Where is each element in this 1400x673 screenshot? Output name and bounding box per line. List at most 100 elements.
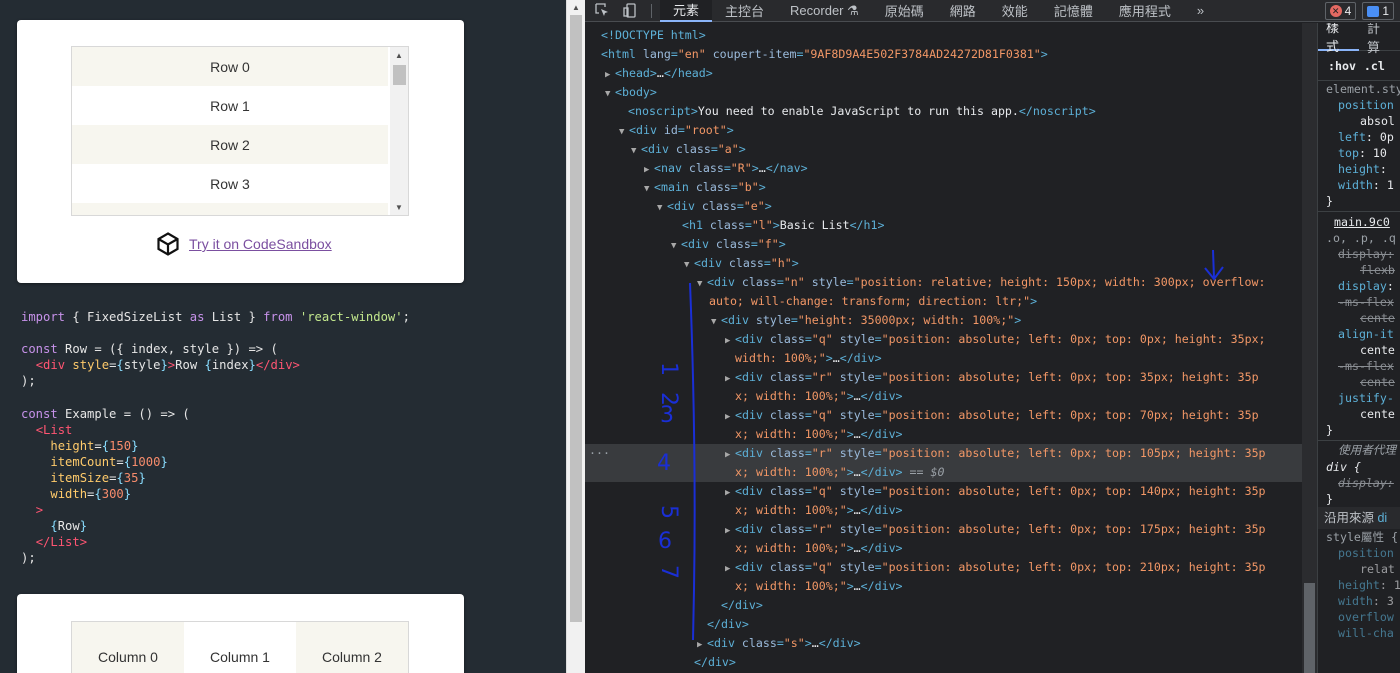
- dom-node[interactable]: ▶ <div class="r" style="position: absolut…: [585, 520, 1302, 539]
- list-item: Row 3: [210, 175, 250, 192]
- style-value[interactable]: absol: [1318, 113, 1400, 129]
- grid-list-card: Column 0 Column 1 Column 2: [17, 594, 464, 673]
- tab-recorder[interactable]: Recorder ⚗: [777, 0, 872, 22]
- dom-node[interactable]: ▶ <nav class="R">…</nav>: [585, 159, 1302, 178]
- style-declaration[interactable]: height:: [1318, 161, 1400, 177]
- style-declaration[interactable]: left: 0p: [1318, 129, 1400, 145]
- dom-node[interactable]: ▶ <head>…</head>: [585, 64, 1302, 83]
- style-declaration[interactable]: -ms-flex: [1318, 294, 1400, 310]
- style-value[interactable]: cente: [1318, 310, 1400, 326]
- fixed-size-list[interactable]: Row 0 Row 1 Row 2 Row 3 ▲ ▼: [71, 46, 409, 216]
- style-rule-selector: .o, .p, .q: [1326, 231, 1396, 245]
- dom-node[interactable]: <noscript>You need to enable JavaScript …: [585, 102, 1302, 121]
- dom-node[interactable]: </div>: [585, 615, 1302, 634]
- style-value[interactable]: cente: [1318, 406, 1400, 422]
- dom-node[interactable]: ▶ <div class="q" style="position: absolut…: [585, 558, 1302, 577]
- dom-node-selected: x; width: 100%;">…</div> == $0: [585, 463, 1302, 482]
- dom-scroll-thumb[interactable]: [1304, 583, 1315, 673]
- dom-node[interactable]: ▶ <div class="q" style="position: absolut…: [585, 482, 1302, 501]
- class-toggle[interactable]: .cl: [1364, 59, 1385, 73]
- dom-node[interactable]: </div>: [585, 596, 1302, 615]
- dom-node[interactable]: ▼ <body>: [585, 83, 1302, 102]
- device-toolbar-icon[interactable]: [619, 3, 641, 18]
- horizontal-list[interactable]: Column 0 Column 1 Column 2: [71, 621, 409, 673]
- style-rule-end: }: [1326, 492, 1333, 506]
- dom-node[interactable]: ▶ <div class="s">…</div>: [585, 634, 1302, 653]
- style-declaration[interactable]: height: 1: [1318, 577, 1400, 593]
- dom-scrollbar[interactable]: [1302, 23, 1317, 673]
- dom-node[interactable]: ▼ <div class="n" style="position: relativ…: [585, 273, 1302, 292]
- scroll-up-icon[interactable]: ▲: [390, 47, 408, 63]
- more-tabs-icon[interactable]: »: [1184, 0, 1217, 22]
- style-declaration[interactable]: display:: [1318, 475, 1400, 491]
- codesandbox-link[interactable]: Try it on CodeSandbox: [189, 236, 332, 252]
- style-declaration[interactable]: display:: [1318, 278, 1400, 294]
- style-value[interactable]: cente: [1318, 342, 1400, 358]
- scroll-up-icon[interactable]: ▲: [567, 0, 585, 15]
- page-scrollbar[interactable]: ▲: [566, 0, 585, 673]
- style-declaration[interactable]: position: [1318, 545, 1400, 561]
- list-item: Row 2: [72, 125, 388, 164]
- tab-performance[interactable]: 效能: [989, 0, 1041, 22]
- dom-node[interactable]: <!DOCTYPE html>: [585, 26, 1302, 45]
- page-scroll-thumb[interactable]: [570, 15, 582, 622]
- style-declaration[interactable]: width: 3: [1318, 593, 1400, 609]
- tab-sources[interactable]: 原始碼: [872, 0, 937, 22]
- dom-node[interactable]: <h1 class="l">Basic List</h1>: [585, 216, 1302, 235]
- dom-node[interactable]: ▼ <div class="f">: [585, 235, 1302, 254]
- tab-application[interactable]: 應用程式: [1106, 0, 1184, 22]
- tab-computed[interactable]: 計算: [1359, 23, 1400, 56]
- style-declaration[interactable]: align-it: [1318, 326, 1400, 342]
- stylesheet-link[interactable]: main.9c0: [1318, 214, 1400, 230]
- dom-node: x; width: 100%;">…</div>: [735, 579, 903, 593]
- tab-network[interactable]: 網路: [937, 0, 989, 22]
- dom-node[interactable]: ▶ <div class="q" style="position: absolut…: [585, 330, 1302, 349]
- dom-node[interactable]: ▼ <div class="h">: [585, 254, 1302, 273]
- dom-node[interactable]: ▼ <main class="b">: [585, 178, 1302, 197]
- scroll-thumb[interactable]: [393, 65, 406, 85]
- dom-node[interactable]: ▶ <div class="r" style="position: absolut…: [585, 368, 1302, 387]
- style-declaration[interactable]: display:: [1318, 246, 1400, 262]
- tab-console[interactable]: 主控台: [712, 0, 777, 22]
- style-rule-selector: div {: [1326, 460, 1361, 474]
- style-declaration[interactable]: top: 10: [1318, 145, 1400, 161]
- style-declaration[interactable]: width: 1: [1318, 177, 1400, 193]
- style-value[interactable]: cente: [1318, 374, 1400, 390]
- divider: [1318, 440, 1400, 441]
- tab-elements[interactable]: 元素: [660, 0, 713, 22]
- dom-node[interactable]: </div>: [585, 653, 1302, 672]
- inspect-element-icon[interactable]: [591, 3, 613, 18]
- error-count-badge[interactable]: ✕ 4: [1324, 2, 1357, 20]
- codesandbox-link-row: Try it on CodeSandbox: [156, 232, 332, 256]
- hover-state-toggle[interactable]: :hov: [1328, 59, 1356, 73]
- style-value[interactable]: relat: [1318, 561, 1400, 577]
- toolbar-divider: [651, 3, 652, 18]
- dom-node[interactable]: ▼ <div class="e">: [585, 197, 1302, 216]
- dom-node[interactable]: ▼ <div id="root">: [585, 121, 1302, 140]
- style-declaration[interactable]: overflow: [1318, 609, 1400, 625]
- message-count-badge[interactable]: 1: [1362, 2, 1394, 20]
- dom-node: width: 100%;">…</div>: [735, 351, 882, 365]
- style-declaration[interactable]: justify-: [1318, 390, 1400, 406]
- style-declaration[interactable]: will-cha: [1318, 625, 1400, 641]
- dom-node[interactable]: ▼ <div style="height: 35000px; width: 100…: [585, 311, 1302, 330]
- dom-node[interactable]: ▼ <div class="a">: [585, 140, 1302, 159]
- style-declaration[interactable]: position: [1318, 97, 1400, 113]
- more-options-icon[interactable]: ···: [589, 444, 610, 463]
- style-rule-selector: element.sty: [1326, 82, 1400, 96]
- list-item: Column 0: [72, 622, 184, 673]
- dom-node-selected[interactable]: ··· ▶ <div class="r" style="position: abso…: [585, 444, 1302, 463]
- dom-node[interactable]: ▶ <div class="q" style="position: absolut…: [585, 406, 1302, 425]
- list-scrollbar[interactable]: ▲ ▼: [390, 47, 408, 215]
- styles-pane: 樣式 計算 :hov .cl element.sty position abso…: [1317, 23, 1400, 673]
- style-declaration[interactable]: -ms-flex: [1318, 358, 1400, 374]
- tab-styles[interactable]: 樣式: [1318, 23, 1359, 54]
- dom-tree[interactable]: <!DOCTYPE html> <html lang="en" coupert-…: [585, 23, 1302, 673]
- dom-node: x; width: 100%;">…</div>: [735, 389, 903, 403]
- style-rule-end: }: [1326, 423, 1333, 437]
- tab-memory[interactable]: 記憶體: [1041, 0, 1106, 22]
- style-value[interactable]: flexb: [1318, 262, 1400, 278]
- dom-node[interactable]: <html lang="en" coupert-item="9AF8D9A4E5…: [585, 45, 1302, 64]
- scroll-down-icon[interactable]: ▼: [390, 199, 408, 215]
- user-agent-stylesheet-label: 使用者代理: [1338, 444, 1396, 457]
